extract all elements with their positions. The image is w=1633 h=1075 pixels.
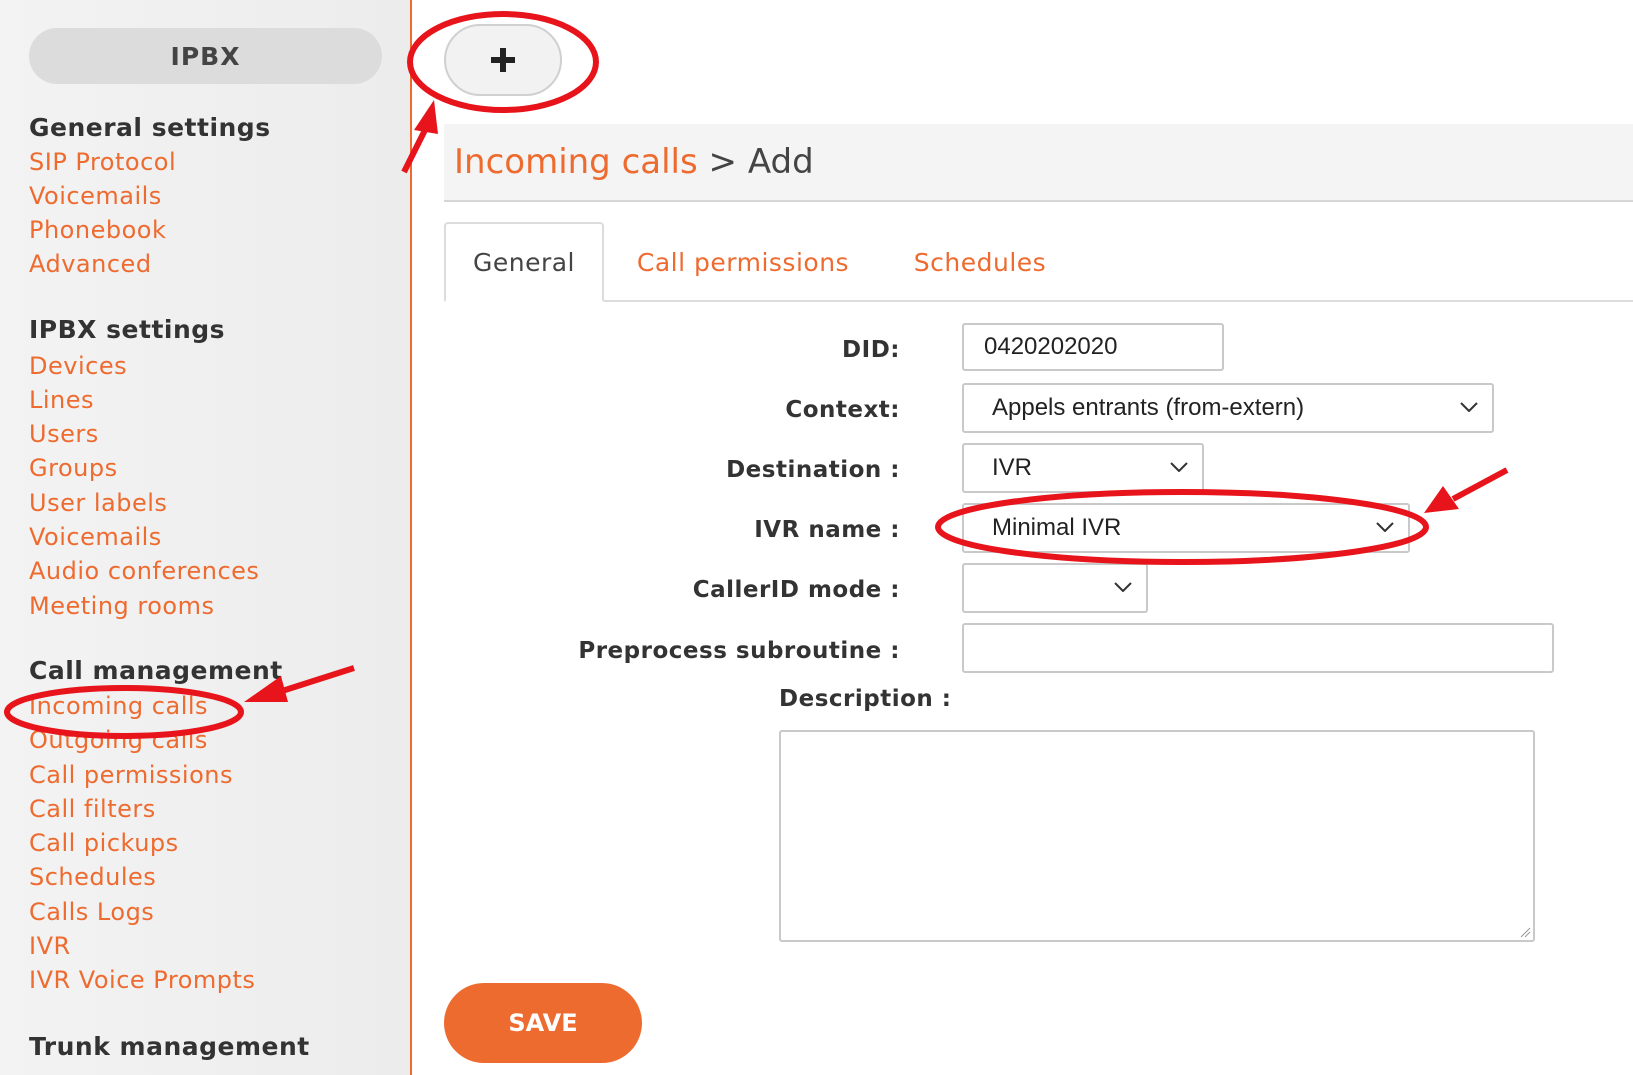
sidebar-item-voicemails[interactable]: Voicemails	[29, 523, 162, 551]
sidebar-item-sip-protocol[interactable]: SIP Protocol	[29, 148, 176, 176]
context-label: Context:	[785, 397, 900, 423]
destination-select[interactable]: IVR	[962, 443, 1204, 493]
resize-grip-icon[interactable]	[1519, 926, 1531, 938]
chevron-down-icon	[1114, 582, 1132, 592]
tabs-divider	[444, 300, 1633, 302]
sidebar-item-advanced[interactable]: Advanced	[29, 250, 152, 278]
sidebar-item-users[interactable]: Users	[29, 420, 99, 448]
sidebar-title-pill[interactable]: IPBX	[29, 28, 382, 84]
save-button[interactable]: SAVE	[444, 983, 642, 1063]
sidebar-item-groups[interactable]: Groups	[29, 454, 118, 482]
sidebar-item-voicemails-general[interactable]: Voicemails	[29, 182, 162, 210]
did-label: DID:	[842, 337, 900, 363]
annotation-arrow-add-head	[414, 100, 438, 134]
sidebar-item-devices[interactable]: Devices	[29, 352, 127, 380]
sidebar-item-call-filters[interactable]: Call filters	[29, 795, 156, 823]
ivr-name-value: Minimal IVR	[992, 514, 1122, 541]
context-value: Appels entrants (from-extern)	[992, 394, 1305, 421]
context-select[interactable]: Appels entrants (from-extern)	[962, 383, 1494, 433]
sidebar-item-phonebook[interactable]: Phonebook	[29, 216, 166, 244]
plus-icon	[491, 48, 515, 72]
sidebar-item-meeting-rooms[interactable]: Meeting rooms	[29, 592, 214, 620]
callerid-mode-label: CallerID mode :	[692, 577, 900, 603]
preprocess-subroutine-input[interactable]	[962, 623, 1554, 673]
preprocess-subroutine-label: Preprocess subroutine :	[578, 638, 900, 664]
section-heading-general-settings: General settings	[29, 113, 271, 142]
sidebar-item-schedules[interactable]: Schedules	[29, 863, 156, 891]
ivr-name-select[interactable]: Minimal IVR	[962, 503, 1410, 553]
tab-schedules[interactable]: Schedules	[900, 222, 1060, 302]
chevron-down-icon	[1170, 462, 1188, 472]
page-title-bar: Incoming calls > Add	[444, 124, 1633, 202]
section-heading-call-management: Call management	[29, 656, 283, 685]
did-value: 0420202020	[984, 333, 1118, 360]
section-heading-ipbx-settings: IPBX settings	[29, 315, 226, 344]
sidebar-item-outgoing-calls[interactable]: Outgoing calls	[29, 726, 208, 754]
ivr-name-label: IVR name :	[754, 517, 900, 543]
breadcrumb-link-incoming-calls[interactable]: Incoming calls	[454, 142, 698, 182]
annotation-arrow-ivr-shaft	[1451, 467, 1509, 502]
sidebar-item-calls-logs[interactable]: Calls Logs	[29, 898, 154, 926]
breadcrumb-separator: >	[697, 142, 748, 182]
description-textarea[interactable]	[779, 730, 1535, 942]
destination-value: IVR	[992, 454, 1033, 481]
sidebar-item-ivr-voice-prompts[interactable]: IVR Voice Prompts	[29, 966, 255, 994]
sidebar: IPBX General settings SIP Protocol Voice…	[0, 0, 412, 1075]
sidebar-item-user-labels[interactable]: User labels	[29, 489, 167, 517]
sidebar-item-lines[interactable]: Lines	[29, 386, 94, 414]
description-label: Description :	[779, 686, 952, 712]
sidebar-item-audio-conferences[interactable]: Audio conferences	[29, 557, 259, 585]
chevron-down-icon	[1376, 522, 1394, 532]
sidebar-item-incoming-calls[interactable]: Incoming calls	[29, 692, 208, 720]
sidebar-item-call-permissions[interactable]: Call permissions	[29, 761, 233, 789]
sidebar-item-call-pickups[interactable]: Call pickups	[29, 829, 179, 857]
did-input[interactable]: 0420202020	[962, 323, 1224, 371]
breadcrumb-current: Add	[747, 142, 814, 182]
tab-general[interactable]: General	[444, 222, 604, 302]
sidebar-item-ivr[interactable]: IVR	[29, 932, 71, 960]
add-button[interactable]	[444, 24, 562, 96]
tab-call-permissions[interactable]: Call permissions	[628, 222, 858, 302]
chevron-down-icon	[1460, 402, 1478, 412]
section-heading-trunk-management: Trunk management	[29, 1032, 310, 1061]
callerid-mode-select[interactable]	[962, 563, 1148, 613]
breadcrumb: Incoming calls > Add	[454, 142, 814, 182]
annotation-arrow-ivr-head	[1424, 486, 1459, 513]
destination-label: Destination :	[726, 457, 900, 483]
